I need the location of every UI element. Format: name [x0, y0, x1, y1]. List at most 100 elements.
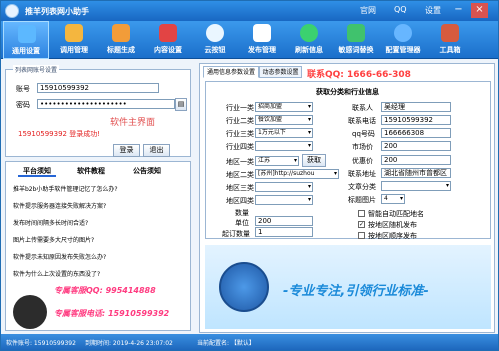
- industry-2-select[interactable]: 餐饮加盟 ▾: [255, 115, 313, 125]
- industry-1-select[interactable]: 招商加盟 ▾: [255, 102, 313, 112]
- title-image-label: 标题图片: [348, 196, 376, 204]
- close-button[interactable]: ×: [471, 3, 488, 18]
- login-status-message: 15910599392 登录成功!: [18, 130, 101, 138]
- app-logo-icon: [5, 4, 19, 18]
- status-expire: 到期时间: 2019-4-26 23:07:02: [85, 340, 173, 347]
- checkbox-sequential-region[interactable]: [358, 232, 365, 239]
- toolbar-general-settings[interactable]: 通用设置: [3, 21, 49, 59]
- industry-1-label: 行业一类: [226, 104, 254, 112]
- account-settings-group: 列表网账号设置 账号 15910599392 密码 ••••••••••••••…: [5, 65, 191, 157]
- min-order-input[interactable]: 1: [255, 227, 313, 237]
- status-bar: 软件账号: 15910599392 到期时间: 2019-4-26 23:07:…: [1, 334, 498, 350]
- toolbar-refresh-info[interactable]: 刷新信息: [286, 21, 332, 59]
- qq-link[interactable]: QQ: [394, 5, 407, 14]
- checkbox-random-region[interactable]: ✓: [358, 221, 365, 228]
- contact-phone-label: 联系电话: [348, 117, 376, 125]
- account-input[interactable]: 15910599392: [37, 83, 159, 93]
- title-bar: 推羊列表网小助手 官网 QQ 设置 − ×: [1, 1, 498, 21]
- industry-4-select[interactable]: ▾: [255, 141, 313, 151]
- region-4-select[interactable]: ▾: [255, 195, 313, 205]
- toolbar-content-settings[interactable]: 内容设置: [145, 21, 191, 59]
- qq-number-label: qq号码: [352, 130, 375, 138]
- minimize-button[interactable]: −: [450, 3, 467, 18]
- unit-input[interactable]: 200: [255, 216, 313, 226]
- chevron-down-icon: ▾: [333, 170, 337, 177]
- article-category-select[interactable]: ▾: [381, 181, 451, 191]
- book-icon: [159, 24, 177, 42]
- tab-platform-notice[interactable]: 平台须知: [18, 165, 56, 177]
- left-panel: 列表网账号设置 账号 15910599392 密码 ••••••••••••••…: [5, 63, 195, 333]
- settings-link[interactable]: 设置: [425, 5, 441, 16]
- news-item-1[interactable]: 推羊b2b小助手软件管理记忆了怎么办?: [13, 184, 185, 194]
- customer-service-avatar: [13, 295, 47, 329]
- news-item-4[interactable]: 图片上传需要多大尺寸的图片?: [13, 235, 185, 245]
- industry-3-label: 行业三类: [226, 130, 254, 138]
- password-label: 密码: [16, 101, 30, 109]
- chevron-down-icon: ▾: [307, 103, 311, 110]
- status-config: 当前配置名: 【默认】: [197, 340, 255, 347]
- industry-2-label: 行业二类: [226, 117, 254, 125]
- unit-label: 单位: [235, 219, 249, 227]
- region-1-label: 地区一类: [226, 158, 254, 166]
- folder-icon: [65, 24, 83, 42]
- official-site-link[interactable]: 官网: [360, 5, 376, 16]
- password-toggle-button[interactable]: ▤: [175, 98, 187, 111]
- address-input[interactable]: 湖北省随州市曾都区: [381, 168, 451, 178]
- main-toolbar: 通用设置 调用管理 标题生成 内容设置 云按钮 发布管理 刷新信息 敏感词替换: [1, 21, 498, 59]
- toolbar-sensitive-word-replace[interactable]: 敏感词替换: [333, 21, 379, 59]
- login-button[interactable]: 登录: [113, 144, 140, 157]
- title-image-stepper[interactable]: 4 ▾: [381, 194, 405, 204]
- toolbar-title-generator[interactable]: 标题生成: [98, 21, 144, 59]
- logout-button[interactable]: 退出: [143, 144, 170, 157]
- industry-3-select[interactable]: 1万元以下 ▾: [255, 128, 313, 138]
- account-label: 账号: [16, 85, 30, 93]
- chevron-down-icon: ▾: [307, 129, 311, 136]
- toolbar-toolbox[interactable]: 工具箱: [427, 21, 473, 59]
- tab-software-tutorial[interactable]: 软件教程: [72, 165, 110, 177]
- region-2-label: 地区二类: [226, 171, 254, 179]
- account-group-label: 列表网账号设置: [13, 65, 60, 74]
- contact-person-input[interactable]: 吴经理: [381, 102, 451, 112]
- qq-number-input[interactable]: 166666308: [381, 128, 451, 138]
- document-icon: [253, 24, 271, 42]
- contact-phone-input[interactable]: 15910599392: [381, 115, 451, 125]
- discount-price-label: 优惠价: [352, 157, 373, 165]
- tab-announcement[interactable]: 公告须知: [128, 165, 166, 177]
- pencil-icon: [112, 24, 130, 42]
- region-1-select[interactable]: 江苏 ▾: [255, 156, 299, 166]
- quantity-label: 数量: [235, 209, 249, 217]
- region-3-label: 地区三类: [226, 184, 254, 192]
- region-2-select[interactable]: [苏州]http://suzhou ▾: [255, 169, 339, 179]
- banner-slogan: -专业专注,引领行业标准-: [283, 284, 429, 299]
- article-category-label: 文章分类: [348, 183, 376, 191]
- fetch-button[interactable]: 获取: [302, 154, 326, 167]
- swap-icon: [347, 24, 365, 42]
- contact-qq: 联系QQ: 1666-66-308: [307, 70, 411, 80]
- news-item-3[interactable]: 发布时间间隔多长时间合适?: [13, 218, 185, 228]
- discount-price-input[interactable]: 200: [381, 155, 451, 165]
- market-price-input[interactable]: 200: [381, 141, 451, 151]
- checkbox-auto-match-place[interactable]: [358, 210, 365, 217]
- chevron-down-icon: ▾: [307, 116, 311, 123]
- toolbar-cloud-button[interactable]: 云按钮: [192, 21, 238, 59]
- tab-general-params[interactable]: 通用信息参数设置: [203, 66, 259, 78]
- app-window: 推羊列表网小助手 官网 QQ 设置 − × 通用设置 调用管理 标题生成 内容设…: [0, 0, 499, 351]
- news-item-6[interactable]: 软件为什么上次设置的东西没了?: [13, 269, 185, 279]
- market-price-label: 市场价: [352, 143, 373, 151]
- news-item-2[interactable]: 软件提示服务器连接失败解决方案?: [13, 201, 185, 211]
- promo-banner: -专业专注,引领行业标准-: [205, 245, 491, 329]
- toolbar-publish-management[interactable]: 发布管理: [239, 21, 285, 59]
- refresh-icon: [300, 24, 318, 42]
- chevron-down-icon: ▾: [399, 195, 403, 202]
- news-item-5[interactable]: 软件提示未知原因发布失败怎么办?: [13, 252, 185, 262]
- tab-dynamic-params[interactable]: 动态参数设置: [259, 66, 302, 78]
- region-3-select[interactable]: ▾: [255, 182, 313, 192]
- toolbar-call-management[interactable]: 调用管理: [51, 21, 97, 59]
- random-region-label: 按地区随机发布: [368, 221, 417, 229]
- auto-match-place-label: 智能自动匹配地名: [368, 210, 424, 218]
- globe-icon: [394, 24, 412, 42]
- cloud-icon: [206, 24, 224, 42]
- password-input[interactable]: •••••••••••••••••••••: [37, 99, 175, 109]
- toolbar-config-manager[interactable]: 配置管理器: [380, 21, 426, 59]
- right-panel: 通用信息参数设置 动态参数设置 联系QQ: 1666-66-308 获取分类和行…: [199, 63, 495, 333]
